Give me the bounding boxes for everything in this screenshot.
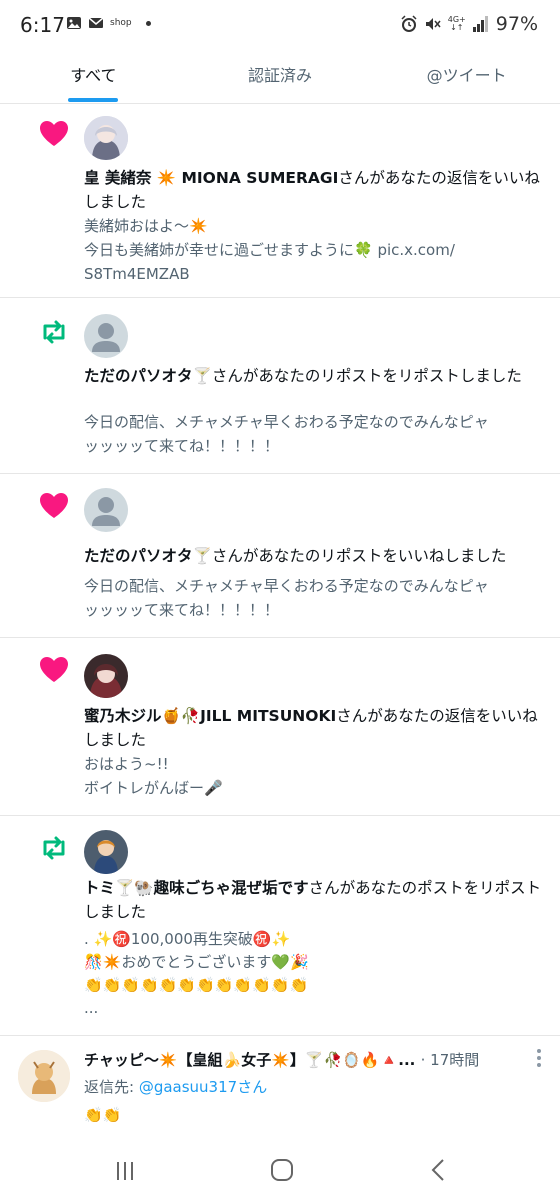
notification-item[interactable]: 皇 美緒奈 ✴️ MIONA SUMERAGIさんがあなたの返信をいいねしました…: [0, 104, 560, 298]
recents-icon[interactable]: [114, 1160, 136, 1182]
tweet-header[interactable]: チャッピ〜✴️【皇組🍌女子✴️】🍸🥀🪞🔥🔺... · 17時間: [84, 1049, 514, 1070]
notification-user[interactable]: ただのパソオタ🍸: [84, 367, 212, 385]
notification-user[interactable]: トミ🍸🐏趣味ごちゃ混ぜ垢です: [84, 879, 309, 897]
battery-percent: 97%: [495, 13, 538, 35]
notification-content: 今日の配信、メチャメチャ早くおわる予定なのでみんなピャ ッッッッて来てね！！！！…: [84, 413, 489, 455]
tweet-content: 👏👏: [84, 1106, 122, 1124]
notification-text: ただのパソオタ🍸さんがあなたのリポストをいいねしました: [84, 544, 544, 568]
reply-handle-link[interactable]: @gaasuu317さん: [139, 1078, 267, 1096]
status-bar: 6:17 shop 4G+ ↓↑ 97%: [0, 0, 560, 52]
tweet-time: · 17時間: [420, 1051, 480, 1069]
repost-icon: [43, 836, 65, 860]
notification-text: トミ🍸🐏趣味ごちゃ混ぜ垢ですさんがあなたのポストをリポストしました: [84, 876, 544, 924]
notification-item[interactable]: ただのパソオタ🍸さんがあなたのリポストをリポストしました 今日の配信、メチャメチ…: [0, 298, 560, 474]
avatar[interactable]: [84, 654, 128, 698]
notification-item[interactable]: ただのパソオタ🍸さんがあなたのリポストをいいねしました 今日の配信、メチャメチャ…: [0, 474, 560, 638]
notification-action: さんがあなたのリポストをいいねしました: [211, 547, 507, 565]
notification-text: ただのパソオタ🍸さんがあなたのリポストをリポストしました: [84, 364, 544, 388]
signal-icon: [472, 16, 488, 32]
notification-content: おはよう~!! ボイトレがんばー🎤: [84, 755, 223, 797]
avatar[interactable]: [18, 1050, 70, 1102]
network-type: 4G+ ↓↑: [447, 15, 466, 32]
notification-user[interactable]: 皇 美緒奈 ✴️ MIONA SUMERAGI: [84, 169, 338, 187]
system-nav-bar: [0, 1140, 560, 1200]
heart-icon: [40, 493, 68, 518]
repost-icon: [43, 320, 65, 344]
shop-label: shop: [110, 18, 132, 28]
more-vertical-icon[interactable]: [536, 1048, 542, 1068]
avatar[interactable]: [84, 830, 128, 874]
reply-to: 返信先: @gaasuu317さん: [84, 1078, 268, 1096]
avatar[interactable]: [84, 116, 128, 160]
notification-item[interactable]: 蜜乃木ジル🍯🥀JILL MITSUNOKIさんがあなたの返信をいいねしました お…: [0, 638, 560, 816]
gallery-icon: [67, 17, 81, 29]
tab-mentions[interactable]: @ツイート: [373, 52, 560, 103]
notification-action: さんがあなたのリポストをリポストしました: [211, 367, 522, 385]
home-circle-icon[interactable]: [270, 1158, 294, 1182]
active-tab-indicator: [68, 98, 119, 102]
dot-icon: [145, 20, 151, 26]
notification-tabs: すべて 認証済み @ツイート: [0, 52, 560, 104]
notification-content: . ✨㊗️100,000再生突破㊗️✨ 🎊✴️おめでとうございます💚🎉 👏👏👏👏…: [84, 930, 309, 1017]
heart-icon: [40, 121, 68, 146]
heart-icon: [40, 657, 68, 682]
reply-tweet[interactable]: チャッピ〜✴️【皇組🍌女子✴️】🍸🥀🪞🔥🔺... · 17時間 返信先: @ga…: [0, 1036, 560, 1136]
notification-text: 皇 美緒奈 ✴️ MIONA SUMERAGIさんがあなたの返信をいいねしました: [84, 166, 544, 214]
mute-icon: [425, 18, 441, 30]
back-chevron-icon[interactable]: [430, 1158, 446, 1182]
notification-text: 蜜乃木ジル🍯🥀JILL MITSUNOKIさんがあなたの返信をいいねしました: [84, 704, 544, 752]
mail-icon: [88, 17, 104, 28]
notification-content: 美緒姉おはよ〜✴️ 今日も美緒姉が幸せに過ごせますように🍀 pic.x.com/…: [84, 217, 455, 283]
notification-item[interactable]: トミ🍸🐏趣味ごちゃ混ぜ垢ですさんがあなたのポストをリポストしました . ✨㊗️1…: [0, 816, 560, 1036]
notification-user[interactable]: ただのパソオタ🍸: [84, 547, 212, 565]
tab-all[interactable]: すべて: [0, 52, 187, 103]
notification-content: 今日の配信、メチャメチャ早くおわる予定なのでみんなピャ ッッッッて来てね！！！！…: [84, 577, 489, 619]
tab-verified[interactable]: 認証済み: [187, 52, 374, 103]
tweet-author[interactable]: チャッピ〜✴️【皇組🍌女子✴️】🍸🥀🪞🔥🔺...: [84, 1051, 415, 1069]
avatar[interactable]: [84, 314, 128, 358]
notification-user[interactable]: 蜜乃木ジル🍯🥀JILL MITSUNOKI: [84, 707, 336, 725]
alarm-icon: [401, 15, 417, 32]
avatar[interactable]: [84, 488, 128, 532]
status-time: 6:17: [20, 13, 65, 37]
